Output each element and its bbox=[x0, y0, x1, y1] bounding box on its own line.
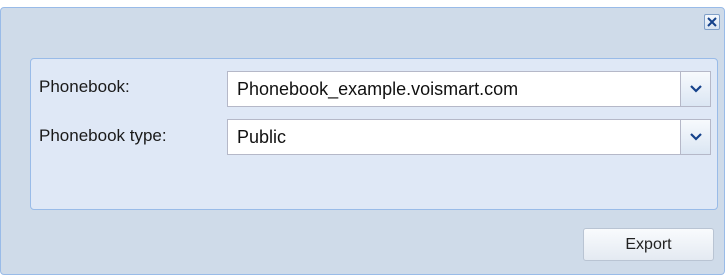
phonebook-type-dropdown-button[interactable] bbox=[680, 120, 710, 154]
close-icon bbox=[707, 17, 717, 27]
phonebook-type-label: Phonebook type: bbox=[39, 126, 167, 145]
phonebook-type-combo[interactable]: Public bbox=[227, 119, 711, 155]
chevron-down-icon bbox=[690, 85, 702, 93]
export-button[interactable]: Export bbox=[583, 228, 714, 261]
phonebook-dropdown-button[interactable] bbox=[680, 72, 710, 106]
phonebook-value: Phonebook_example.voismart.com bbox=[237, 79, 519, 99]
phonebook-type-value: Public bbox=[237, 127, 287, 147]
close-button[interactable] bbox=[704, 14, 720, 30]
phonebook-combo[interactable]: Phonebook_example.voismart.com bbox=[227, 71, 711, 107]
chevron-down-icon bbox=[690, 133, 702, 141]
phonebook-label: Phonebook: bbox=[39, 77, 130, 96]
